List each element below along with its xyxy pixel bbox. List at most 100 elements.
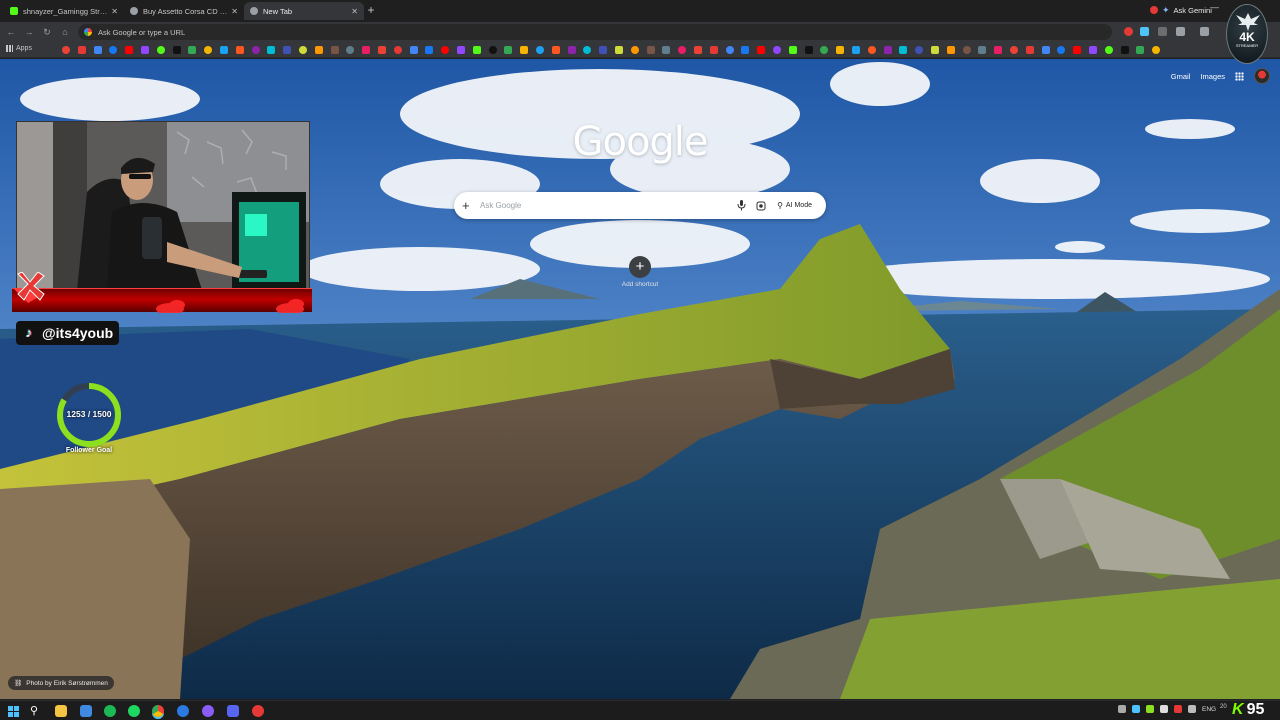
bookmark-favicon-icon[interactable] — [1136, 46, 1145, 54]
bookmark-favicon-icon[interactable] — [1057, 46, 1066, 54]
new-tab-plus-icon[interactable]: + — [364, 3, 378, 17]
back-arrow-icon[interactable]: ← — [4, 25, 18, 39]
bookmark-favicon-icon[interactable] — [283, 46, 292, 54]
bookmark-favicon-icon[interactable] — [709, 46, 718, 54]
obs-icon[interactable] — [202, 705, 214, 717]
bookmark-favicon-icon[interactable] — [1041, 46, 1050, 54]
bookmark-favicon-icon[interactable] — [899, 46, 908, 54]
bookmark-favicon-icon[interactable] — [946, 46, 955, 54]
search-icon[interactable]: ⚲ — [30, 705, 42, 717]
bookmark-favicon-icon[interactable] — [314, 46, 323, 54]
extensions-puzzle-icon[interactable] — [1158, 27, 1167, 36]
home-icon[interactable]: ⌂ — [58, 25, 72, 39]
bookmark-favicon-icon[interactable] — [156, 46, 165, 54]
bookmark-favicon-icon[interactable] — [646, 46, 655, 54]
chrome-icon[interactable] — [152, 705, 164, 717]
bookmark-favicon-icon[interactable] — [725, 46, 734, 54]
ask-gemini-button[interactable]: ✦ Ask Gemini — [1150, 3, 1212, 17]
bookmark-favicon-icon[interactable] — [820, 46, 829, 54]
bookmark-favicon-icon[interactable] — [1120, 46, 1129, 54]
volume-icon[interactable] — [1188, 705, 1196, 713]
minimize-icon[interactable]: — — [1210, 2, 1219, 12]
bookmark-favicon-icon[interactable] — [694, 46, 702, 54]
bookmark-favicon-icon[interactable] — [630, 46, 639, 54]
tray-app-icon[interactable] — [1160, 705, 1168, 713]
photo-credit[interactable]: ⛓ Photo by Eirik Sørstrømmen — [8, 676, 114, 690]
bookmark-favicon-icon[interactable] — [299, 46, 307, 54]
bookmark-favicon-icon[interactable] — [583, 46, 592, 54]
bookmark-favicon-icon[interactable] — [1025, 46, 1034, 54]
extension-screen-icon[interactable] — [1140, 27, 1149, 36]
bookmark-favicon-icon[interactable] — [504, 46, 513, 54]
discord-icon[interactable] — [227, 705, 239, 717]
bookmark-favicon-icon[interactable] — [536, 46, 544, 54]
apps-shortcut[interactable]: Apps — [6, 45, 32, 52]
bookmark-favicon-icon[interactable] — [141, 46, 149, 54]
bookmark-favicon-icon[interactable] — [678, 46, 687, 54]
bookmark-favicon-icon[interactable] — [1152, 46, 1161, 54]
tray-app-icon[interactable] — [1174, 705, 1182, 713]
add-attachment-icon[interactable]: + — [462, 198, 480, 213]
bookmark-favicon-icon[interactable] — [62, 46, 70, 54]
tab-kick-stream[interactable]: shnayzer_Gamingg Stream - W ✕ — [4, 2, 124, 20]
bookmark-favicon-icon[interactable] — [567, 46, 576, 54]
bookmark-favicon-icon[interactable] — [994, 46, 1003, 54]
microphone-icon[interactable] — [734, 199, 748, 213]
bookmark-favicon-icon[interactable] — [883, 46, 892, 54]
tab-new-tab[interactable]: New Tab ✕ — [244, 2, 364, 20]
bookmark-favicon-icon[interactable] — [409, 46, 418, 54]
tray-chevron-icon[interactable] — [1118, 705, 1126, 713]
tab-close-icon[interactable]: ✕ — [111, 7, 118, 16]
search-box[interactable]: + ⚲ AI Mode — [454, 192, 826, 219]
bookmark-favicon-icon[interactable] — [962, 46, 971, 54]
ai-mode-button[interactable]: ⚲ AI Mode — [771, 198, 818, 213]
bookmark-favicon-icon[interactable] — [378, 46, 386, 54]
bookmark-favicon-icon[interactable] — [457, 46, 465, 54]
address-bar[interactable]: Ask Google or type a URL — [78, 24, 1112, 40]
bookmark-favicon-icon[interactable] — [346, 46, 355, 54]
bookmark-favicon-icon[interactable] — [852, 46, 860, 54]
bookmark-favicon-icon[interactable] — [615, 46, 623, 54]
bookmark-favicon-icon[interactable] — [93, 46, 102, 54]
bookmark-favicon-icon[interactable] — [1010, 46, 1018, 54]
bookmark-favicon-icon[interactable] — [931, 46, 939, 54]
bookmark-favicon-icon[interactable] — [978, 46, 987, 54]
bookmark-favicon-icon[interactable] — [267, 46, 276, 54]
profile-icon[interactable] — [1200, 27, 1209, 36]
bookmark-favicon-icon[interactable] — [915, 46, 924, 54]
bookmark-favicon-icon[interactable] — [441, 46, 450, 54]
language-indicator[interactable]: ENG — [1202, 706, 1216, 713]
bookmark-favicon-icon[interactable] — [599, 46, 608, 54]
downloads-icon[interactable] — [1176, 27, 1185, 36]
bookmark-favicon-icon[interactable] — [1104, 46, 1113, 54]
google-lens-icon[interactable] — [754, 199, 768, 213]
bookmark-favicon-icon[interactable] — [77, 46, 86, 54]
bookmark-favicon-icon[interactable] — [804, 46, 813, 54]
bookmark-favicon-icon[interactable] — [551, 46, 560, 54]
bookmark-favicon-icon[interactable] — [330, 46, 339, 54]
bookmark-favicon-icon[interactable] — [836, 46, 845, 54]
bookmark-favicon-icon[interactable] — [662, 46, 671, 54]
bookmark-favicon-icon[interactable] — [757, 46, 766, 54]
bookmark-favicon-icon[interactable] — [488, 46, 497, 54]
bookmark-favicon-icon[interactable] — [204, 46, 213, 54]
bookmark-favicon-icon[interactable] — [109, 46, 118, 54]
app-record-icon[interactable] — [252, 705, 264, 717]
account-avatar[interactable] — [1254, 68, 1270, 84]
tab-close-icon[interactable]: ✕ — [351, 7, 358, 16]
bookmark-favicon-icon[interactable] — [393, 46, 402, 54]
google-apps-icon[interactable] — [1235, 71, 1244, 81]
windows-start-icon[interactable] — [8, 705, 20, 717]
clock[interactable]: 20 — [1220, 704, 1227, 711]
file-explorer-icon[interactable] — [55, 705, 67, 717]
bookmark-favicon-icon[interactable] — [741, 46, 750, 54]
tab-close-icon[interactable]: ✕ — [231, 7, 238, 16]
bookmark-favicon-icon[interactable] — [788, 46, 797, 54]
images-link[interactable]: Images — [1200, 72, 1225, 81]
bookmark-favicon-icon[interactable] — [125, 46, 134, 54]
bookmark-favicon-icon[interactable] — [362, 46, 371, 54]
gmail-link[interactable]: Gmail — [1171, 72, 1191, 81]
bookmark-favicon-icon[interactable] — [235, 46, 244, 54]
store-icon[interactable] — [80, 705, 92, 717]
bookmark-favicon-icon[interactable] — [1073, 46, 1082, 54]
